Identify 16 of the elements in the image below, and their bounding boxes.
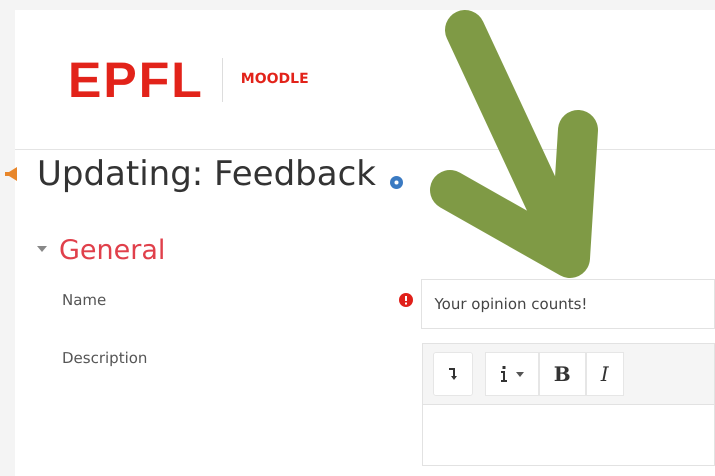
info-icon <box>500 366 508 382</box>
bold-button[interactable]: B <box>538 352 586 396</box>
help-icon[interactable] <box>390 176 403 189</box>
name-field[interactable]: Your opinion counts! <box>421 279 715 330</box>
section-title[interactable]: General <box>59 230 166 272</box>
toolbar-toggle-button[interactable] <box>432 352 473 396</box>
epfl-logo[interactable]: EPFL <box>68 54 204 104</box>
page-title: Updating: Feedback <box>37 154 376 195</box>
return-arrow-icon <box>448 367 458 382</box>
field-label: Description <box>62 348 148 370</box>
italic-button[interactable]: I <box>586 352 624 396</box>
required-icon <box>399 293 414 308</box>
paragraph-style-button[interactable] <box>484 352 539 396</box>
caret-icon <box>516 372 524 377</box>
field-label: Name <box>62 290 106 312</box>
site-name: MOODLE <box>240 70 309 89</box>
